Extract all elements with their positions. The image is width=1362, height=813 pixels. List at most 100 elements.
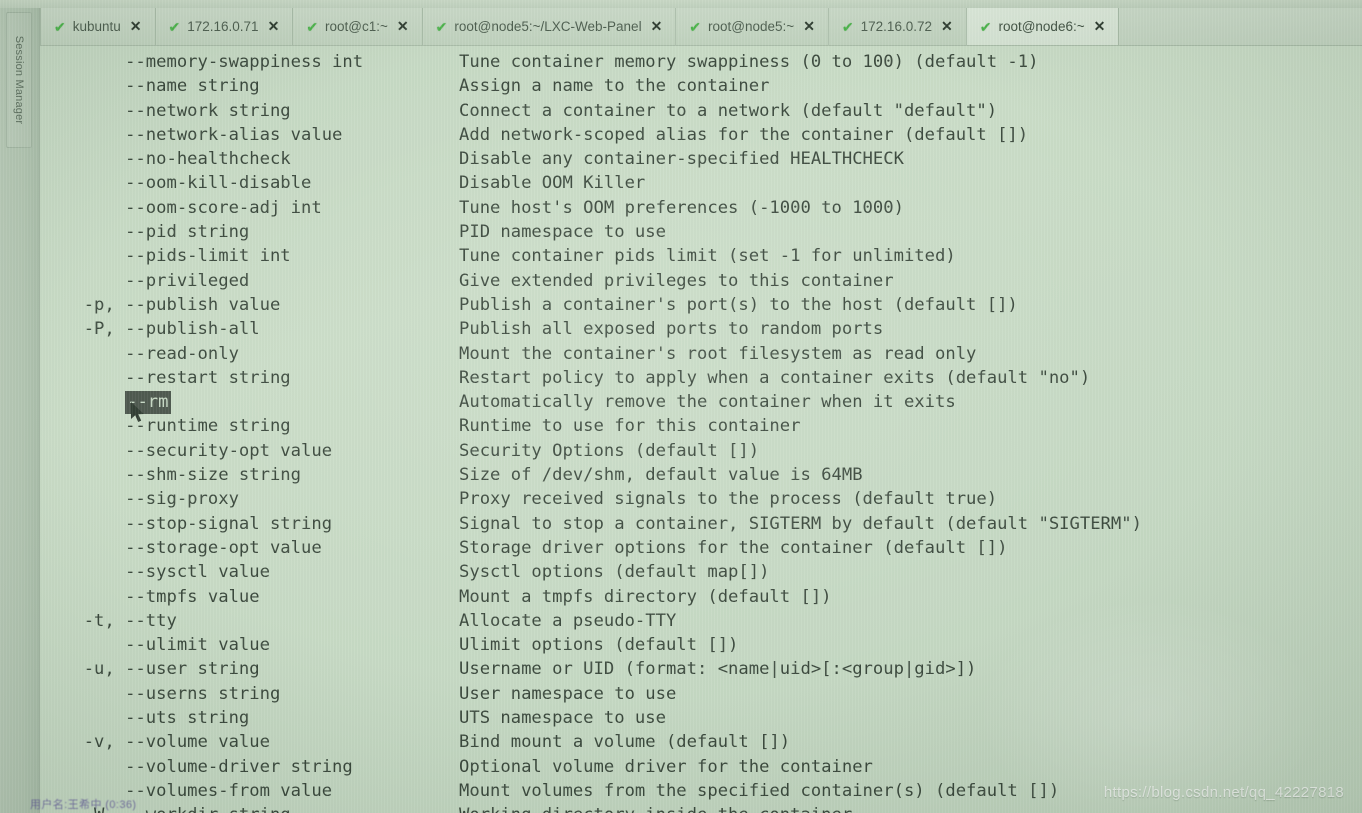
terminal-row: --sig-proxy Proxy received signals to the… <box>41 487 1362 511</box>
tab-title: kubuntu <box>72 19 121 34</box>
terminal-row: --volume-driver string Optional volume dr… <box>41 755 1362 779</box>
option-flag: --network-alias value <box>63 124 343 145</box>
terminal-row: -t, --tty Allocate a pseudo-TTY <box>41 609 1362 633</box>
option-description: Username or UID (format: <name|uid>[:<gr… <box>459 659 977 680</box>
close-icon[interactable]: ✕ <box>130 18 142 35</box>
check-icon: ✔ <box>979 18 992 35</box>
terminal-row: --read-only Mount the container's root fi… <box>41 342 1362 366</box>
terminal-row: --security-opt value Security Options (de… <box>41 439 1362 463</box>
tab-6[interactable]: ✔ root@node6:~ ✕ <box>966 8 1120 45</box>
option-description: Signal to stop a container, SIGTERM by d… <box>459 513 1142 534</box>
tab-bar-filler <box>1119 8 1362 45</box>
terminal-row: -v, --volume value Bind mount a volume (d… <box>41 730 1362 754</box>
session-manager-label: Session Manager <box>13 35 25 125</box>
close-icon[interactable]: ✕ <box>397 18 409 35</box>
mouse-pointer-icon <box>131 402 144 422</box>
option-flag: --uts string <box>63 708 250 729</box>
option-description: Tune container memory swappiness (0 to 1… <box>459 52 1039 72</box>
option-flag: -v, --volume value <box>63 732 270 753</box>
terminal-row: --no-healthcheck Disable any container-sp… <box>41 147 1362 171</box>
terminal-row: --privileged Give extended privileges to … <box>41 269 1362 293</box>
option-flag: -p, --publish value <box>63 294 281 315</box>
terminal-row: --network-alias value Add network-scoped … <box>41 123 1362 147</box>
terminal-row: -P, --publish-all Publish all exposed por… <box>41 317 1362 341</box>
option-description: Publish a container's port(s) to the hos… <box>459 294 1018 315</box>
terminal-row: -W, --workdir stringWorking directory in… <box>41 803 1362 813</box>
tab-title: root@c1:~ <box>325 19 388 34</box>
terminal-row: -p, --publish value Publish a container's… <box>41 293 1362 317</box>
option-flag: --no-healthcheck <box>63 149 291 170</box>
option-flag: --rm <box>41 390 459 415</box>
option-flag: --privileged <box>63 270 250 291</box>
option-description: Tune host's OOM preferences (-1000 to 10… <box>459 197 904 218</box>
terminal-row: --storage-opt value Storage driver option… <box>41 536 1362 560</box>
option-description: User namespace to use <box>459 683 677 704</box>
option-flag: --userns string <box>63 683 281 704</box>
option-flag: --oom-kill-disable <box>63 173 312 194</box>
option-description: Disable OOM Killer <box>459 173 646 194</box>
tab-4[interactable]: ✔ root@node5:~ ✕ <box>676 8 829 45</box>
tab-2[interactable]: ✔ root@c1:~ ✕ <box>293 8 423 45</box>
option-flag: --pids-limit int <box>63 246 291 267</box>
option-description: PID namespace to use <box>459 222 666 243</box>
option-description: Ulimit options (default []) <box>459 635 739 656</box>
terminal-row: --oom-score-adj int Tune host's OOM prefe… <box>41 196 1362 220</box>
close-icon[interactable]: ✕ <box>1094 18 1106 35</box>
tab-title: root@node5:~/LXC-Web-Panel <box>454 19 642 34</box>
check-icon: ✔ <box>54 18 66 35</box>
terminal-row: --restart string Restart policy to apply … <box>41 366 1362 390</box>
session-manager-tab[interactable]: Session Manager <box>6 12 32 148</box>
tab-3[interactable]: ✔ root@node5:~/LXC-Web-Panel ✕ <box>422 8 677 45</box>
terminal-row: --shm-size string Size of /dev/shm, defau… <box>41 463 1362 487</box>
option-description: UTS namespace to use <box>459 708 666 729</box>
close-icon[interactable]: ✕ <box>803 18 815 35</box>
option-description: Optional volume driver for the container <box>459 756 873 777</box>
option-flag: --volume-driver string <box>63 756 353 777</box>
option-description: Bind mount a volume (default []) <box>459 732 791 753</box>
terminal-row: --rm Automatically remove the container w… <box>41 390 1362 415</box>
option-flag: --read-only <box>63 343 239 364</box>
option-description: Security Options (default []) <box>459 440 760 461</box>
option-flag: -t, --tty <box>63 610 177 631</box>
tab-5[interactable]: ✔ 172.16.0.72 ✕ <box>828 8 967 45</box>
terminal-row: --network string Connect a container to a… <box>41 99 1362 123</box>
tab-title: 172.16.0.72 <box>860 19 932 34</box>
option-description: Assign a name to the container <box>459 76 770 97</box>
option-description: Mount the container's root filesystem as… <box>459 343 977 364</box>
option-description: Storage driver options for the container… <box>459 537 1008 558</box>
close-icon[interactable]: ✕ <box>651 18 663 35</box>
option-flag: --restart string <box>63 367 291 388</box>
option-description: Runtime to use for this container <box>459 416 801 437</box>
terminal-output[interactable]: --memory-swappiness int Tune container me… <box>41 46 1362 813</box>
check-icon: ✔ <box>168 18 181 35</box>
option-description: Connect a container to a network (defaul… <box>459 100 998 121</box>
terminal-row: --pid string PID namespace to use <box>41 220 1362 244</box>
option-description: Proxy received signals to the process (d… <box>459 489 998 510</box>
tab-bar: ✔ kubuntu ✕ ✔ 172.16.0.71 ✕ ✔ root@c1:~ ✕ ✔ root@n… <box>40 8 1362 46</box>
option-flag: --sysctl value <box>63 562 270 583</box>
option-flag: --stop-signal string <box>63 513 333 534</box>
terminal-row: --tmpfs value Mount a tmpfs directory (de… <box>41 585 1362 609</box>
option-description: Automatically remove the container when … <box>459 392 956 413</box>
close-icon[interactable]: ✕ <box>941 18 953 35</box>
check-icon: ✔ <box>841 18 854 35</box>
option-description: Give extended privileges to this contain… <box>459 270 894 291</box>
option-description: Tune container pids limit (set -1 for un… <box>459 246 956 267</box>
terminal-window: Session Manager ✔ kubuntu ✕ ✔ 172.16.0.71 ✕ ✔ r… <box>0 0 1362 813</box>
option-flag: --security-opt value <box>63 440 333 461</box>
check-icon: ✔ <box>306 18 319 35</box>
tab-0[interactable]: ✔ kubuntu ✕ <box>40 8 156 45</box>
tab-1[interactable]: ✔ 172.16.0.71 ✕ <box>155 8 294 45</box>
option-flag: --name string <box>63 76 260 97</box>
ime-status-text: 用户名:王希中 (0:36) <box>30 799 137 811</box>
close-icon[interactable]: ✕ <box>268 18 280 35</box>
session-manager-rail: Session Manager <box>0 0 40 813</box>
option-flag: --storage-opt value <box>63 537 322 558</box>
terminal-row: --sysctl value Sysctl options (default ma… <box>41 560 1362 584</box>
option-description: Size of /dev/shm, default value is 64MB <box>459 465 863 486</box>
tab-title: root@node6:~ <box>998 19 1085 34</box>
terminal-row: --oom-kill-disable Disable OOM Killer <box>41 171 1362 195</box>
tab-title: root@node5:~ <box>708 19 795 34</box>
option-description: Disable any container-specified HEALTHCH… <box>459 149 904 170</box>
option-flag: --ulimit value <box>63 635 270 656</box>
